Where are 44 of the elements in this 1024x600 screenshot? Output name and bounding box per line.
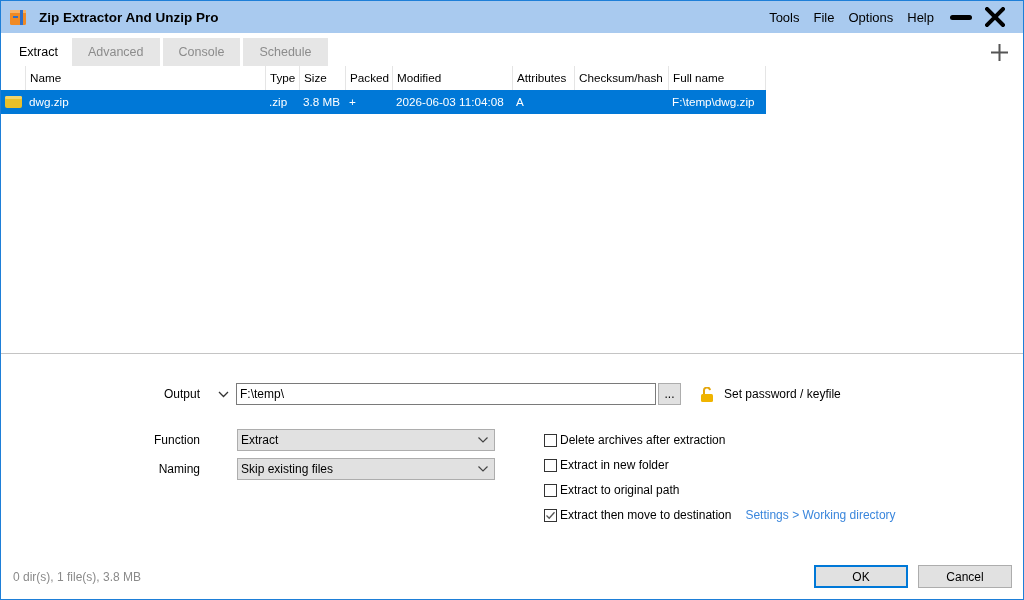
table-cell-text: A <box>515 94 525 110</box>
table-cell-text: dwg.zip <box>28 94 70 110</box>
checkbox[interactable] <box>544 483 557 497</box>
checkbox[interactable] <box>544 433 557 447</box>
app-icon <box>10 9 26 25</box>
dropdown[interactable]: Skip existing files <box>237 458 495 480</box>
settings-link[interactable]: Settings > Working directory <box>745 508 896 522</box>
table-cell-text: 3.8 MB <box>302 94 342 110</box>
checkbox-label: Extract then move to destination <box>560 508 732 522</box>
window-title: Zip Extractor And Unzip Pro <box>39 9 219 25</box>
column-header[interactable]: Packed <box>345 66 392 90</box>
menu-item[interactable]: File <box>806 7 842 27</box>
checkbox-label: Delete archives after extraction <box>560 433 726 447</box>
field-label: Naming <box>158 462 200 476</box>
output-field[interactable]: F:\temp\ <box>236 383 656 405</box>
field-label: Function <box>153 433 200 447</box>
folder-icon <box>5 96 22 108</box>
status-text: 0 dir(s), 1 file(s), 3.8 MB <box>13 569 142 584</box>
file-row[interactable]: dwg.zip .zip 3.8 MB + 2026-06-03 11:04:08 A F:\temp\dwg.zip <box>1 90 766 114</box>
table-cell-text: 2026-06-03 11:04:08 <box>395 94 505 110</box>
browse-button[interactable]: ... <box>658 383 681 405</box>
chevron-down-icon[interactable] <box>218 390 229 398</box>
checkbox-label: Extract in new folder <box>560 458 669 472</box>
table-cell-text: F:\temp\dwg.zip <box>671 94 756 110</box>
column-header[interactable]: Full name <box>668 66 766 90</box>
dialog-button[interactable]: Cancel <box>918 565 1012 588</box>
chevron-down-icon <box>478 466 488 472</box>
table-cell-text: + <box>348 94 357 110</box>
dialog-button[interactable]: OK <box>814 565 908 588</box>
chevron-down-icon <box>478 437 488 443</box>
minimize-icon[interactable] <box>950 14 972 20</box>
add-icon[interactable] <box>991 43 1008 61</box>
close-icon[interactable] <box>985 7 1005 27</box>
menu-item[interactable]: Tools <box>762 7 807 27</box>
menu-item[interactable]: Help <box>900 7 941 27</box>
checkbox-label: Extract to original path <box>560 483 680 497</box>
dropdown[interactable]: Extract <box>237 429 495 451</box>
table-cell-text: .zip <box>268 94 289 110</box>
field-label: Output <box>163 387 200 401</box>
checkbox[interactable] <box>544 508 557 522</box>
menu-item[interactable]: Options <box>841 7 901 27</box>
password-button[interactable]: Set password / keyfile <box>701 386 841 402</box>
lock-icon <box>701 386 713 402</box>
checkbox[interactable] <box>544 458 557 472</box>
